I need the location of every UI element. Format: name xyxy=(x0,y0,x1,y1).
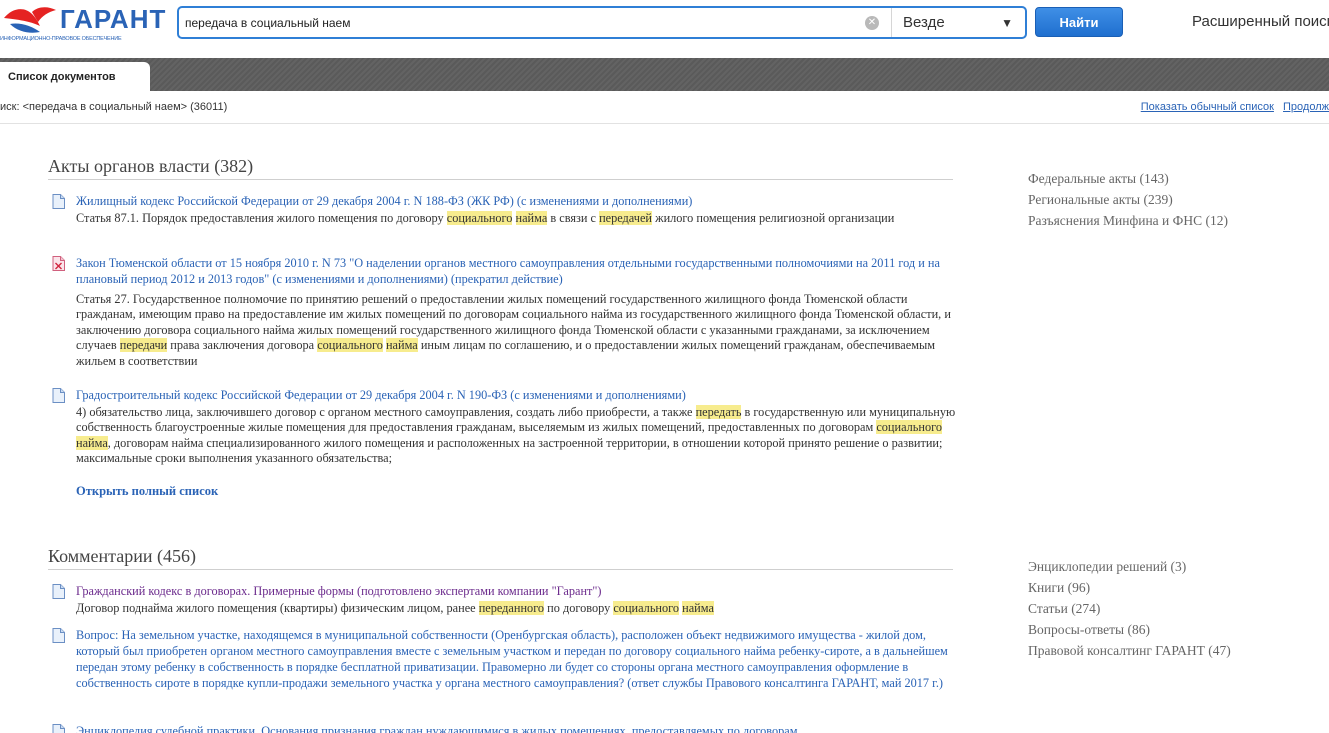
sidebar-item-encyclopedias[interactable]: Энциклопедии решений (3) xyxy=(1028,556,1318,577)
bird-logo-icon xyxy=(4,7,56,33)
document-title-link[interactable]: Энциклопедия судебной практики. Основани… xyxy=(76,723,956,733)
logo-wordmark: ГАРАНТ xyxy=(60,4,167,34)
scope-select[interactable]: Везде ▼ xyxy=(903,12,1013,34)
snippet-text: жилого помещения религиозной организации xyxy=(652,211,895,225)
sidebar-item-books[interactable]: Книги (96) xyxy=(1028,577,1318,598)
chevron-down-icon: ▼ xyxy=(1001,16,1013,30)
document-title-link[interactable]: Градостроительный кодекс Российской Феде… xyxy=(76,387,956,403)
document-icon xyxy=(52,724,65,733)
highlighted-term: передачи xyxy=(119,338,168,353)
document-icon xyxy=(52,584,65,599)
highlighted-term: найма xyxy=(515,211,548,225)
highlighted-term: найма xyxy=(76,435,108,450)
open-full-list-link[interactable]: Открыть полный список xyxy=(76,484,218,499)
search-box: ✕ Везде ▼ xyxy=(177,6,1027,39)
continue-link[interactable]: Продолж xyxy=(1283,101,1329,113)
highlighted-term: социального xyxy=(876,420,943,435)
document-title-link[interactable]: Вопрос: На земельном участке, находящемс… xyxy=(76,627,956,691)
top-header: ГАРАНТ ИНФОРМАЦИОННО-ПРАВОВОЕ ОБЕСПЕЧЕНИ… xyxy=(0,0,1329,46)
search-divider xyxy=(891,8,892,37)
snippet-text: , договорам найма специализированного жи… xyxy=(76,435,943,466)
scope-selected-value: Везде xyxy=(903,14,945,31)
sidebar-acts-filters: Федеральные акты (143) Региональные акты… xyxy=(1028,168,1318,231)
search-info-row: иск: <передача в социальный наем> (36011… xyxy=(0,92,1329,124)
highlighted-term: передачей xyxy=(599,211,652,225)
snippet-text: 4) обязательство лица, заключившего дого… xyxy=(76,405,696,419)
document-snippet: 4) обязательство лица, заключившего дого… xyxy=(76,405,956,467)
document-title-link[interactable]: Закон Тюменской области от 15 ноября 201… xyxy=(76,255,956,287)
snippet-text: в связи с xyxy=(547,211,600,225)
document-icon xyxy=(52,194,65,209)
section-heading-acts: Акты органов власти (382) xyxy=(48,156,953,180)
document-icon xyxy=(52,628,65,643)
sidebar-item-minfin-fns[interactable]: Разъяснения Минфина и ФНС (12) xyxy=(1028,210,1318,231)
highlighted-term: найма xyxy=(385,338,418,353)
search-input[interactable] xyxy=(185,12,845,34)
expired-document-icon xyxy=(52,256,65,271)
highlighted-term: передать xyxy=(695,405,742,419)
document-icon xyxy=(52,388,65,403)
tab-bar xyxy=(0,58,1329,91)
tab-document-list[interactable]: Список документов xyxy=(0,62,150,91)
highlighted-term: социального xyxy=(317,338,383,353)
document-snippet: Статья 87.1. Порядок предоставления жило… xyxy=(76,211,956,226)
snippet-text: Договор поднайма жилого помещения (кварт… xyxy=(76,601,479,615)
search-query-summary: иск: <передача в социальный наем> (36011… xyxy=(0,101,228,113)
find-button[interactable]: Найти xyxy=(1035,7,1123,37)
snippet-text: права заключения договора xyxy=(167,338,318,353)
sidebar-item-legal-consulting[interactable]: Правовой консалтинг ГАРАНТ (47) xyxy=(1028,640,1318,661)
document-title-link[interactable]: Жилищный кодекс Российской Федерации от … xyxy=(76,193,956,209)
show-plain-list-link[interactable]: Показать обычный список xyxy=(1141,101,1274,113)
document-snippet: Статья 27. Государственное полномочие по… xyxy=(76,292,956,369)
snippet-text: по договору xyxy=(544,601,614,615)
snippet-text: Статья 87.1. Порядок предоставления жило… xyxy=(76,211,447,225)
highlighted-term: социального xyxy=(446,211,513,225)
clear-icon[interactable]: ✕ xyxy=(865,16,879,30)
sidebar-item-federal-acts[interactable]: Федеральные акты (143) xyxy=(1028,168,1318,189)
list-mode-links: Показать обычный список Продолж xyxy=(1135,101,1329,113)
sidebar-comments-filters: Энциклопедии решений (3) Книги (96) Стат… xyxy=(1028,556,1318,661)
highlighted-term: переданного xyxy=(478,601,545,615)
section-heading-comments: Комментарии (456) xyxy=(48,546,953,570)
highlighted-term: социального xyxy=(613,601,680,615)
sidebar-item-qa[interactable]: Вопросы-ответы (86) xyxy=(1028,619,1318,640)
garant-logo[interactable]: ГАРАНТ ИНФОРМАЦИОННО-ПРАВОВОЕ ОБЕСПЕЧЕНИ… xyxy=(0,0,167,46)
document-title-link[interactable]: Гражданский кодекс в договорах. Примерны… xyxy=(76,583,956,599)
sidebar-item-regional-acts[interactable]: Региональные акты (239) xyxy=(1028,189,1318,210)
document-snippet: Договор поднайма жилого помещения (кварт… xyxy=(76,601,956,616)
sidebar-item-articles[interactable]: Статьи (274) xyxy=(1028,598,1318,619)
advanced-search-link[interactable]: Расширенный поиск xyxy=(1192,13,1329,30)
highlighted-term: найма xyxy=(682,601,714,615)
logo-tagline: ИНФОРМАЦИОННО-ПРАВОВОЕ ОБЕСПЕЧЕНИЕ xyxy=(0,36,122,42)
